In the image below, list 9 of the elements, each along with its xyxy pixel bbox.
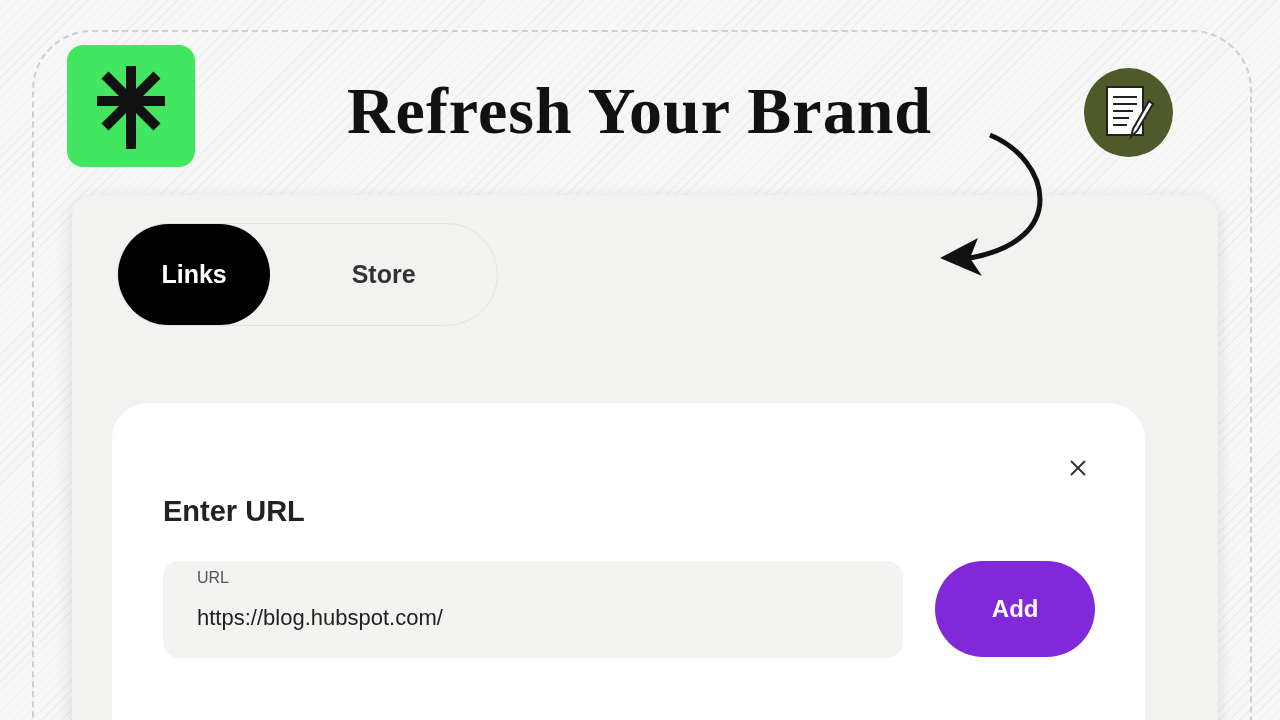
logo-icon: [67, 45, 195, 167]
add-button[interactable]: Add: [935, 561, 1095, 657]
page-title: Refresh Your Brand: [345, 73, 934, 149]
dialog-heading: Enter URL: [163, 495, 306, 528]
tab[interactable]: Store: [270, 224, 497, 325]
tab[interactable]: Links: [118, 224, 271, 325]
url-input[interactable]: https://blog.hubspot.com/: [197, 605, 870, 631]
document-pencil-icon: [1084, 68, 1173, 157]
field-label: URL: [197, 569, 230, 587]
